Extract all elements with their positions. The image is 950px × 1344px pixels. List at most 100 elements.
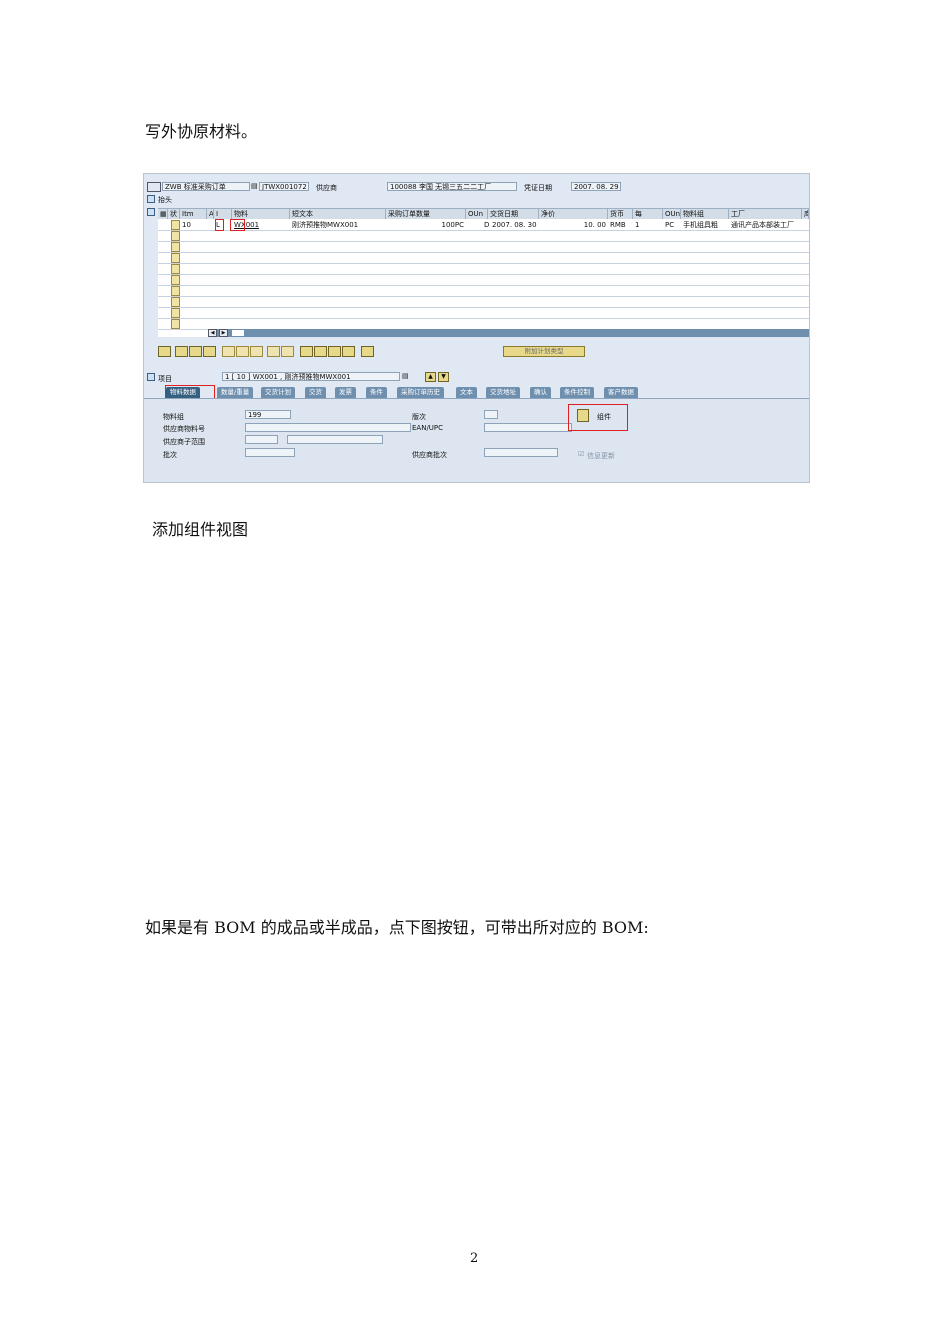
grid-row-line	[158, 296, 809, 297]
grid-settings-icon[interactable]: ▦	[158, 209, 168, 219]
document-icon	[147, 182, 161, 192]
item-grid: ▦ 状 Itm A I 物料 短文本 采购订单数量 OUn 交货日期 净价 货币…	[158, 208, 809, 337]
tab-po-history[interactable]: 采购订单历史	[397, 387, 444, 398]
highlight-item-category	[215, 219, 224, 231]
row-selector[interactable]	[171, 286, 180, 296]
vendor-field[interactable]: 100088 李国 无锡三五二二工厂	[387, 182, 517, 191]
undo-icon[interactable]	[250, 346, 263, 357]
collapse-item-detail-icon[interactable]	[147, 373, 155, 381]
col-account[interactable]: A	[207, 209, 214, 219]
col-currency[interactable]: 货币	[608, 209, 633, 219]
document-date-field[interactable]: 2007. 08. 29	[571, 182, 621, 191]
po-number-field[interactable]: JTWX001072	[259, 182, 309, 191]
details-icon[interactable]	[158, 346, 171, 357]
row-selector[interactable]	[171, 297, 180, 307]
sum-icon[interactable]	[342, 346, 355, 357]
vendor-material-field[interactable]	[245, 423, 411, 432]
tab-customer-data[interactable]: 客户数据	[604, 387, 638, 398]
sort-icon[interactable]	[328, 346, 341, 357]
material-group-field[interactable]: 199	[245, 410, 291, 419]
col-material[interactable]: 物料	[232, 209, 290, 219]
vendor-label: 供应商	[316, 184, 337, 192]
col-item[interactable]: Itm	[180, 209, 207, 219]
search-help-icon[interactable]: ▤	[251, 182, 258, 190]
detail-panel	[144, 398, 809, 482]
highlight-material	[230, 219, 245, 231]
col-item-category[interactable]: I	[214, 209, 232, 219]
cut-icon[interactable]	[189, 346, 202, 357]
filter-icon[interactable]	[314, 346, 327, 357]
date-label: 凭证日期	[524, 184, 552, 192]
grid-row-line	[158, 241, 809, 242]
grid-row-line	[158, 274, 809, 275]
page-number: 2	[470, 1251, 479, 1266]
col-material-group[interactable]: 物料组	[681, 209, 729, 219]
tab-delivery-address[interactable]: 交货地址	[486, 387, 520, 398]
print-icon[interactable]	[300, 346, 313, 357]
scroll-right-button[interactable]: ▶	[219, 329, 228, 337]
tab-condition-control[interactable]: 条件控制	[560, 387, 594, 398]
tab-invoice[interactable]: 发票	[335, 387, 356, 398]
scrollbar-thumb[interactable]	[232, 330, 244, 336]
row-selector[interactable]	[171, 242, 180, 252]
vendor-batch-field[interactable]	[484, 448, 558, 457]
previous-item-button[interactable]: ▲	[425, 372, 436, 382]
grid-row-line	[158, 318, 809, 319]
doc-type-field[interactable]: ZWB 标准采购订单	[162, 182, 250, 191]
item-select-field[interactable]: 1 [ 10 ] WX001 , 刚济预推物MWX001	[222, 372, 400, 381]
deselect-icon[interactable]	[267, 346, 280, 357]
tab-delivery[interactable]: 交货	[305, 387, 326, 398]
row-selector[interactable]	[171, 308, 180, 318]
batch-field[interactable]	[245, 448, 295, 457]
row-selector[interactable]	[171, 264, 180, 274]
paragraph-add-component-view: 添加组件视图	[152, 520, 249, 539]
layout-icon[interactable]	[361, 346, 374, 357]
material-group-label: 物料组	[163, 413, 184, 421]
grid-row-line	[158, 307, 809, 308]
vendor-batch-label: 供应商批次	[412, 451, 447, 459]
row-selector[interactable]	[171, 275, 180, 285]
grid-row-line	[158, 230, 809, 231]
tab-texts[interactable]: 文本	[456, 387, 477, 398]
col-plant[interactable]: 工厂	[729, 209, 802, 219]
header-section-label: 抬头	[158, 196, 172, 204]
highlight-components-button	[568, 404, 628, 431]
copy-icon[interactable]	[175, 346, 188, 357]
col-po-quantity[interactable]: 采购订单数量	[386, 209, 466, 219]
dropdown-icon[interactable]: ▤	[402, 372, 409, 380]
col-oun[interactable]: OUn	[466, 209, 488, 219]
tab-delivery-schedule[interactable]: 交货计划	[261, 387, 295, 398]
tab-confirmations[interactable]: 确认	[530, 387, 551, 398]
paragraph-bom-instructions: 如果是有 BOM 的成品或半成品，点下图按钮，可带出所对应的 BOM:	[145, 918, 649, 937]
col-delivery-date[interactable]: 交货日期	[488, 209, 539, 219]
col-status[interactable]: 状	[168, 209, 180, 219]
col-order-unit[interactable]: OUn	[663, 209, 681, 219]
select-all-icon[interactable]	[281, 346, 294, 357]
revision-field[interactable]	[484, 410, 498, 419]
vendor-subrange-field[interactable]	[245, 435, 278, 444]
col-per[interactable]: 每	[633, 209, 663, 219]
scroll-left-button[interactable]: ◀	[208, 329, 217, 337]
info-update-checkbox[interactable]: ☑	[578, 450, 584, 458]
delete-icon[interactable]	[222, 346, 235, 357]
expand-header-icon[interactable]	[147, 195, 155, 203]
row-selector[interactable]	[171, 231, 180, 241]
ean-upc-field[interactable]	[484, 423, 572, 432]
col-storage[interactable]: 库	[802, 209, 809, 219]
ean-upc-label: EAN/UPC	[412, 424, 444, 432]
tab-conditions[interactable]: 条件	[366, 387, 387, 398]
col-net-price[interactable]: 净价	[539, 209, 608, 219]
collapse-items-icon[interactable]	[147, 208, 155, 216]
insert-icon[interactable]	[236, 346, 249, 357]
row-selector[interactable]	[171, 319, 180, 329]
paste-icon[interactable]	[203, 346, 216, 357]
additional-planning-button[interactable]: 附加计划类型	[503, 346, 585, 357]
row-selector[interactable]	[171, 253, 180, 263]
row-selector[interactable]	[171, 220, 180, 230]
grid-row-line	[158, 252, 809, 253]
vendor-subrange-desc-field[interactable]	[287, 435, 383, 444]
tab-quantity-weight[interactable]: 数量/重量	[217, 387, 254, 398]
col-short-text[interactable]: 短文本	[290, 209, 386, 219]
next-item-button[interactable]: ▼	[438, 372, 449, 382]
horizontal-scrollbar[interactable]	[208, 329, 809, 337]
